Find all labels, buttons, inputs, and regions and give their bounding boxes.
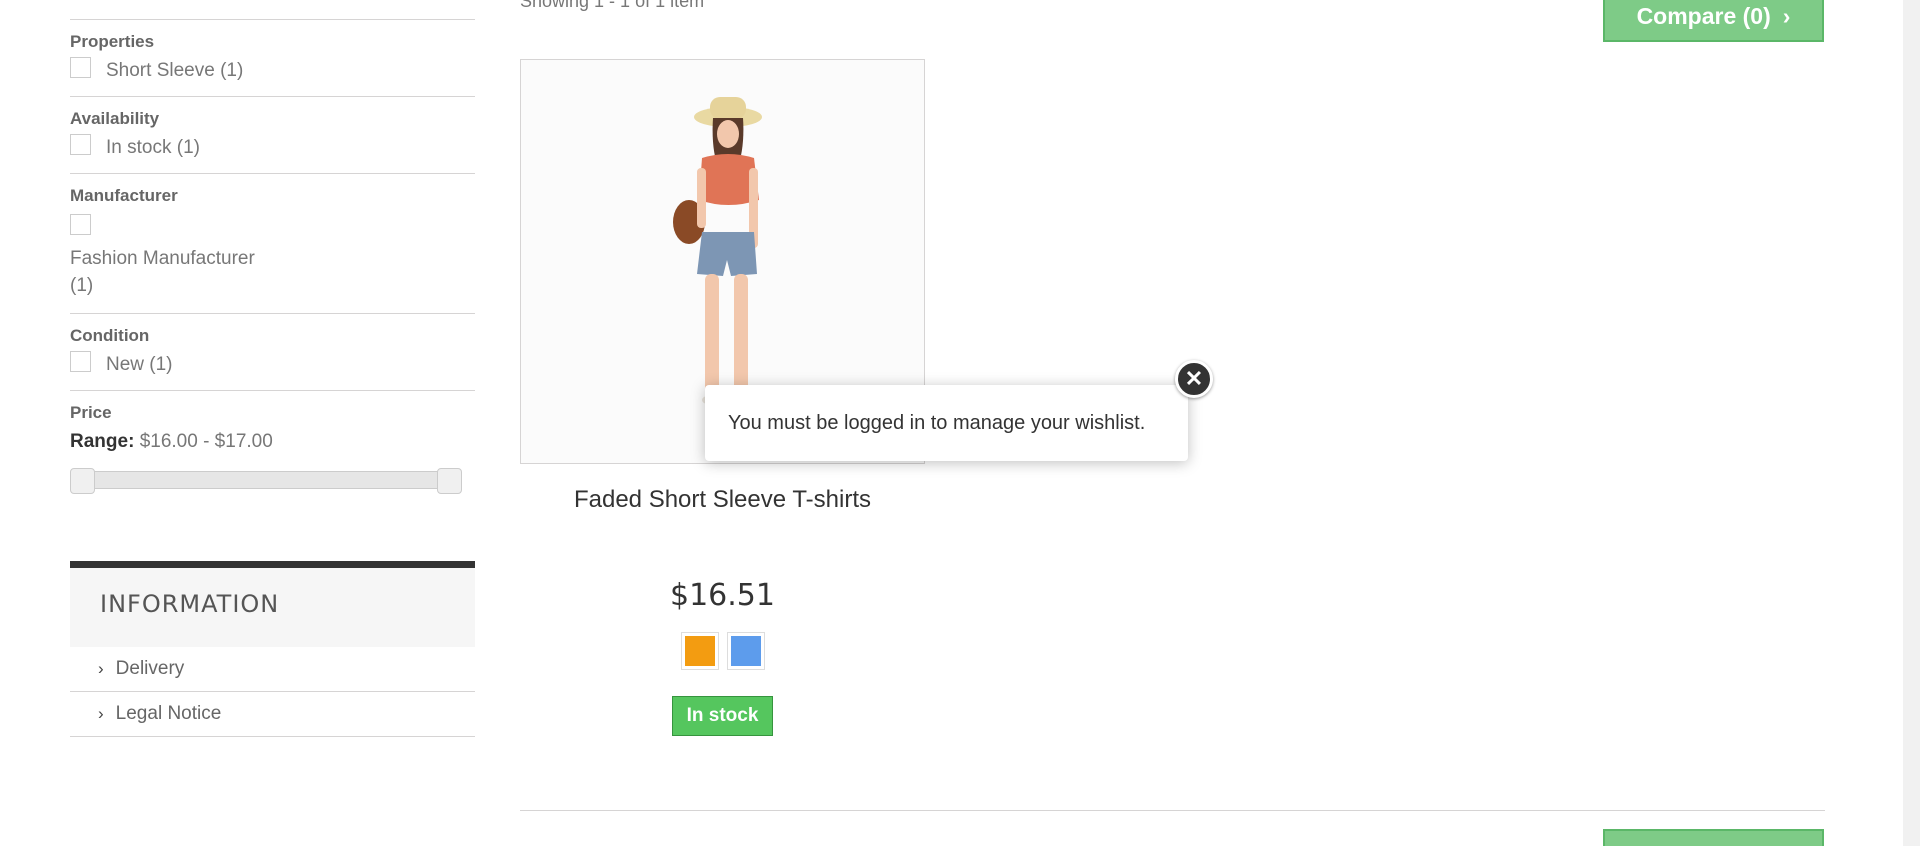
filter-title-properties: Properties <box>70 32 155 51</box>
filter-title-condition: Condition <box>70 326 150 345</box>
information-list: › Delivery › Legal Notice <box>70 647 475 737</box>
compare-button-bottom[interactable] <box>1603 829 1824 846</box>
divider <box>520 810 1825 811</box>
filter-option-label: In stock (1) <box>106 137 200 158</box>
price-range-value: $16.00 - $17.00 <box>139 431 273 452</box>
filter-option-new[interactable]: New (1) <box>70 351 475 376</box>
price-slider[interactable] <box>70 468 462 494</box>
chevron-right-icon: › <box>98 659 104 678</box>
scrollbar[interactable] <box>1903 0 1920 846</box>
product-name-link[interactable]: Faded Short Sleeve T-shirts <box>520 486 925 514</box>
information-title: INFORMATION <box>100 590 280 618</box>
information-link-label: Delivery <box>115 658 185 679</box>
swatch-fill <box>731 636 761 666</box>
price-slider-max-handle[interactable] <box>437 468 462 494</box>
color-swatch-orange[interactable] <box>681 632 719 670</box>
filter-manufacturer: Manufacturer Fashion Manufacturer (1) <box>70 173 475 313</box>
price-range: Range: $16.00 - $17.00 <box>70 431 475 453</box>
filter-option-short-sleeve[interactable]: Short Sleeve (1) <box>70 57 475 82</box>
compare-button-label: Compare (0) <box>1636 3 1771 29</box>
color-swatches <box>681 632 765 670</box>
checkbox[interactable] <box>70 57 91 78</box>
filter-title-price: Price <box>70 403 112 422</box>
availability-badge: In stock <box>672 696 773 736</box>
results-count: Showing 1 - 1 of 1 item <box>520 0 705 11</box>
price-slider-min-handle[interactable] <box>70 468 95 494</box>
filter-availability: Availability In stock (1) <box>70 96 475 173</box>
color-swatch-blue[interactable] <box>727 632 765 670</box>
price-range-label: Range: <box>70 431 135 452</box>
wishlist-login-modal: You must be logged in to manage your wis… <box>705 385 1188 461</box>
filter-price: Price Range: $16.00 - $17.00 <box>70 390 475 503</box>
swatch-fill <box>685 636 715 666</box>
information-link-delivery[interactable]: › Delivery <box>70 647 475 692</box>
filter-properties: Properties Short Sleeve (1) <box>70 19 475 96</box>
filter-option-label: Short Sleeve (1) <box>106 60 244 81</box>
filter-sidebar: Properties Short Sleeve (1) Availability… <box>70 0 475 737</box>
checkbox[interactable] <box>70 351 91 372</box>
filter-option-label: Fashion Manufacturer (1) <box>70 248 255 296</box>
filter-option-fashion-manufacturer[interactable]: Fashion Manufacturer (1) <box>70 214 475 299</box>
information-link-label: Legal Notice <box>115 703 222 724</box>
information-block: INFORMATION <box>70 561 475 647</box>
filter-option-in-stock[interactable]: In stock (1) <box>70 134 475 159</box>
close-icon[interactable]: ✕ <box>1175 360 1213 398</box>
filter-title-manufacturer: Manufacturer <box>70 186 178 205</box>
filter-title-availability: Availability <box>70 109 160 128</box>
compare-button[interactable]: Compare (0) › <box>1603 0 1824 42</box>
information-link-legal-notice[interactable]: › Legal Notice <box>70 692 475 737</box>
modal-message: You must be logged in to manage your wis… <box>728 411 1146 434</box>
checkbox[interactable] <box>70 134 91 155</box>
filter-option-label: New (1) <box>106 354 173 375</box>
checkbox[interactable] <box>70 214 91 235</box>
chevron-right-icon: › <box>1782 3 1791 29</box>
chevron-right-icon: › <box>98 704 104 723</box>
filter-condition: Condition New (1) <box>70 313 475 390</box>
product-price: $16.51 <box>670 578 775 613</box>
